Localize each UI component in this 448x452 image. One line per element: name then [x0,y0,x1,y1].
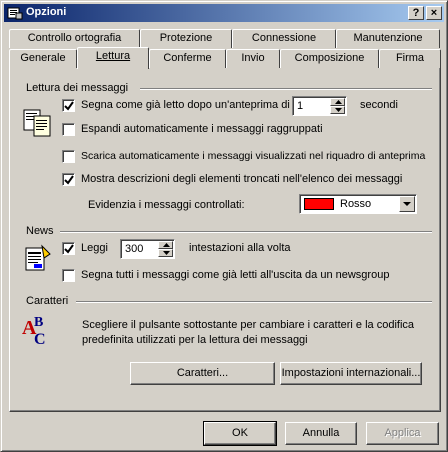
headers-count-input[interactable]: 300 [120,239,175,259]
tab-controllo-ortografia[interactable]: Controllo ortografia [9,29,140,48]
mark-all-read-label: Segna tutti i messaggi come già letti al… [81,269,390,281]
spin-down-button[interactable] [330,106,345,114]
section-fonts-divider [76,301,432,303]
section-reading-title: Lettura dei messaggi [26,82,129,94]
help-button[interactable]: ? [408,6,424,20]
fonts-button[interactable]: Caratteri... [130,362,275,385]
section-news-title: News [26,225,54,237]
options-dialog: Opzioni ? × Controllo ortografia Protezi… [0,0,448,452]
arrow-down-icon [335,108,342,112]
tab-manutenzione[interactable]: Manutenzione [336,29,440,48]
headers-count-spinner[interactable] [158,241,173,257]
tab-generale[interactable]: Generale [9,49,77,68]
auto-download-checkbox[interactable] [62,150,75,163]
headers-suffix-label: intestazioni alla volta [189,242,291,254]
title-bar: Opzioni ? × [4,4,444,22]
section-reading-divider [140,88,432,90]
tab-lettura[interactable]: Lettura [77,47,149,69]
checkmark-icon [64,244,74,254]
mark-read-spinner[interactable] [330,98,345,114]
mark-read-seconds-input[interactable]: 1 [292,96,347,116]
spin-down-button[interactable] [158,249,173,257]
expand-groups-checkbox[interactable] [62,123,75,136]
auto-download-label: Scarica automaticamente i messaggi visua… [81,150,426,162]
mark-read-label: Segna come già letto dopo un'anteprima d… [81,99,290,111]
international-settings-label: Impostazioni internazionali... [281,367,421,379]
seconds-unit-label: secondi [360,99,398,111]
headers-count-value: 300 [125,243,144,255]
close-button[interactable]: × [426,6,442,20]
options-window-icon [7,7,23,20]
tab-firma[interactable]: Firma [379,49,441,68]
expand-groups-label: Espandi automaticamente i messaggi raggr… [81,123,323,135]
fonts-button-label: Caratteri... [176,367,229,379]
cancel-button[interactable]: Annulla [285,422,357,445]
red-color-swatch [304,198,334,210]
newsgroup-icon [25,244,51,271]
apply-button[interactable]: Applica [366,422,439,445]
mark-read-seconds-value: 1 [297,100,304,112]
get-headers-label: Leggi [81,242,108,254]
tab-row-back: Controllo ortografia Protezione Connessi… [9,29,441,48]
highlight-label: Evidenzia i messaggi controllati: [88,199,245,211]
tab-invio[interactable]: Invio [226,49,280,68]
tab-composizione[interactable]: Composizione [280,49,379,68]
fonts-icon: A B C [22,315,46,346]
spin-up-button[interactable] [158,241,173,249]
checkmark-icon [64,175,74,185]
tab-lettura-label: Lettura [95,50,131,62]
lettura-panel: Lettura dei messaggi Segna come già lett… [9,67,441,412]
highlight-color-select[interactable]: Rosso [299,194,417,214]
international-settings-button[interactable]: Impostazioni internazionali... [280,362,422,385]
window-title: Opzioni [26,6,67,18]
tab-row-front: Generale Lettura Conferme Invio Composiz… [9,47,441,69]
dropdown-button[interactable] [399,196,415,212]
tab-protezione[interactable]: Protezione [140,29,232,48]
mark-all-read-checkbox[interactable] [62,269,75,282]
ok-button[interactable]: OK [203,421,277,446]
svg-text:B: B [34,315,43,330]
tab-conferme[interactable]: Conferme [149,49,226,68]
reading-messages-icon [23,109,51,137]
arrow-up-icon [163,243,170,247]
checkmark-icon [64,101,74,111]
arrow-up-icon [335,100,342,104]
show-tooltips-checkbox[interactable] [62,173,75,186]
get-headers-checkbox[interactable] [62,242,75,255]
spin-up-button[interactable] [330,98,345,106]
section-fonts-title: Caratteri [26,295,69,307]
mark-read-checkbox[interactable] [62,99,75,112]
section-news-divider [60,231,432,233]
chevron-down-icon [403,202,411,206]
highlight-color-value: Rosso [340,198,372,210]
svg-text:C: C [34,331,46,346]
arrow-down-icon [163,251,170,255]
show-tooltips-label: Mostra descrizioni degli elementi tronca… [81,173,403,185]
tab-connessione[interactable]: Connessione [232,29,336,48]
fonts-description: Scegliere il pulsante sottostante per ca… [82,319,415,346]
